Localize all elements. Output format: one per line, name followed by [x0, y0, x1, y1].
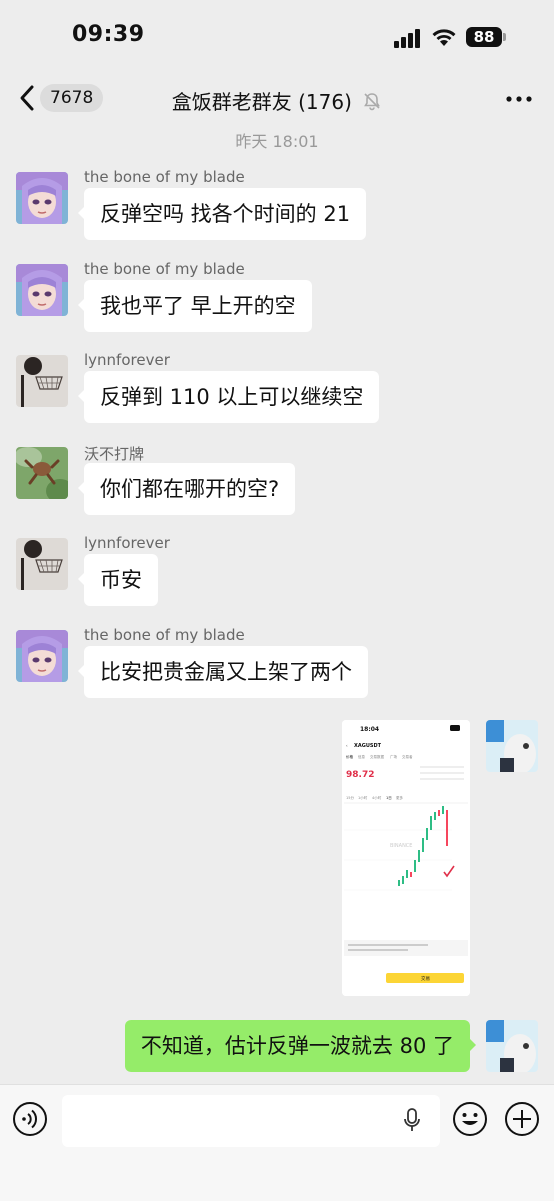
- avatar[interactable]: [16, 630, 68, 682]
- shot-watermark: BINANCE: [390, 843, 412, 849]
- sender-name: lynnforever: [84, 534, 170, 552]
- avatar[interactable]: [16, 538, 68, 590]
- sender-name: the bone of my blade: [84, 260, 245, 278]
- voice-input-icon[interactable]: [12, 1101, 48, 1137]
- sender-name: the bone of my blade: [84, 168, 245, 186]
- cellular-signal-icon: [394, 28, 422, 48]
- sender-name: 沃不打牌: [84, 445, 145, 463]
- group-name: 盒饭群老群友 (176): [171, 90, 352, 114]
- shot-tab: 交易数据: [370, 754, 384, 759]
- message-bubble[interactable]: 你们都在哪开的空?: [77, 463, 296, 515]
- shot-symbol: XAGUSDT: [354, 743, 382, 749]
- shot-tab: 广场: [390, 754, 398, 759]
- message-bubble[interactable]: 反弹到 110 以上可以继续空: [77, 371, 380, 423]
- chat-header: 7678 盒饭群老群友 (176): [0, 72, 554, 124]
- shot-tab: 价格: [346, 754, 354, 759]
- status-bar: 09:39 88: [0, 0, 554, 72]
- shot-interval: 更多: [396, 795, 404, 800]
- shot-interval: 1日: [386, 796, 392, 800]
- microphone-icon[interactable]: [402, 1107, 422, 1133]
- battery-indicator: 88: [466, 27, 506, 47]
- avatar[interactable]: [16, 447, 68, 499]
- status-time: 09:39: [72, 22, 145, 47]
- message-input[interactable]: [62, 1095, 440, 1147]
- message-bubble[interactable]: 比安把贵金属又上架了两个: [78, 646, 368, 698]
- input-bar: [0, 1084, 554, 1201]
- shot-time: 18:04: [360, 726, 379, 733]
- avatar[interactable]: [16, 264, 68, 316]
- avatar[interactable]: [16, 355, 68, 407]
- shot-tab: 交易者: [402, 754, 413, 759]
- avatar[interactable]: [16, 172, 68, 224]
- mute-bell-icon: [364, 92, 381, 110]
- sender-name: lynnforever: [84, 351, 170, 369]
- shared-chart-screenshot[interactable]: 18:04 ‹ XAGUSDT 价格 信息 交易数据 广场 交易者 98.72 …: [342, 720, 470, 996]
- message-bubble[interactable]: 我也平了 早上开的空: [78, 280, 312, 332]
- outgoing-message-bubble[interactable]: 不知道，估计反弹一波就去 80 了: [124, 1020, 477, 1072]
- add-attachment-icon[interactable]: [504, 1101, 540, 1137]
- self-avatar[interactable]: [486, 1020, 538, 1072]
- shot-interval: 1小时: [358, 795, 368, 800]
- wifi-icon: [432, 29, 456, 46]
- message-bubble[interactable]: 币安: [78, 554, 158, 606]
- self-avatar[interactable]: [486, 720, 538, 772]
- message-timestamp: 昨天 18:01: [235, 132, 319, 151]
- shot-interval: 4小时: [372, 795, 382, 800]
- emoji-icon[interactable]: [452, 1101, 488, 1137]
- shot-tab: 信息: [358, 754, 366, 759]
- shot-interval: 15分: [346, 795, 354, 800]
- message-bubble[interactable]: 反弹空吗 找各个时间的 21: [77, 188, 367, 240]
- more-options-icon[interactable]: [506, 86, 532, 112]
- shot-price: 98.72: [346, 770, 374, 780]
- shot-trade-button: 交易: [421, 975, 430, 982]
- sender-name: the bone of my blade: [84, 626, 245, 644]
- chat-title: 盒饭群老群友 (176): [0, 86, 554, 115]
